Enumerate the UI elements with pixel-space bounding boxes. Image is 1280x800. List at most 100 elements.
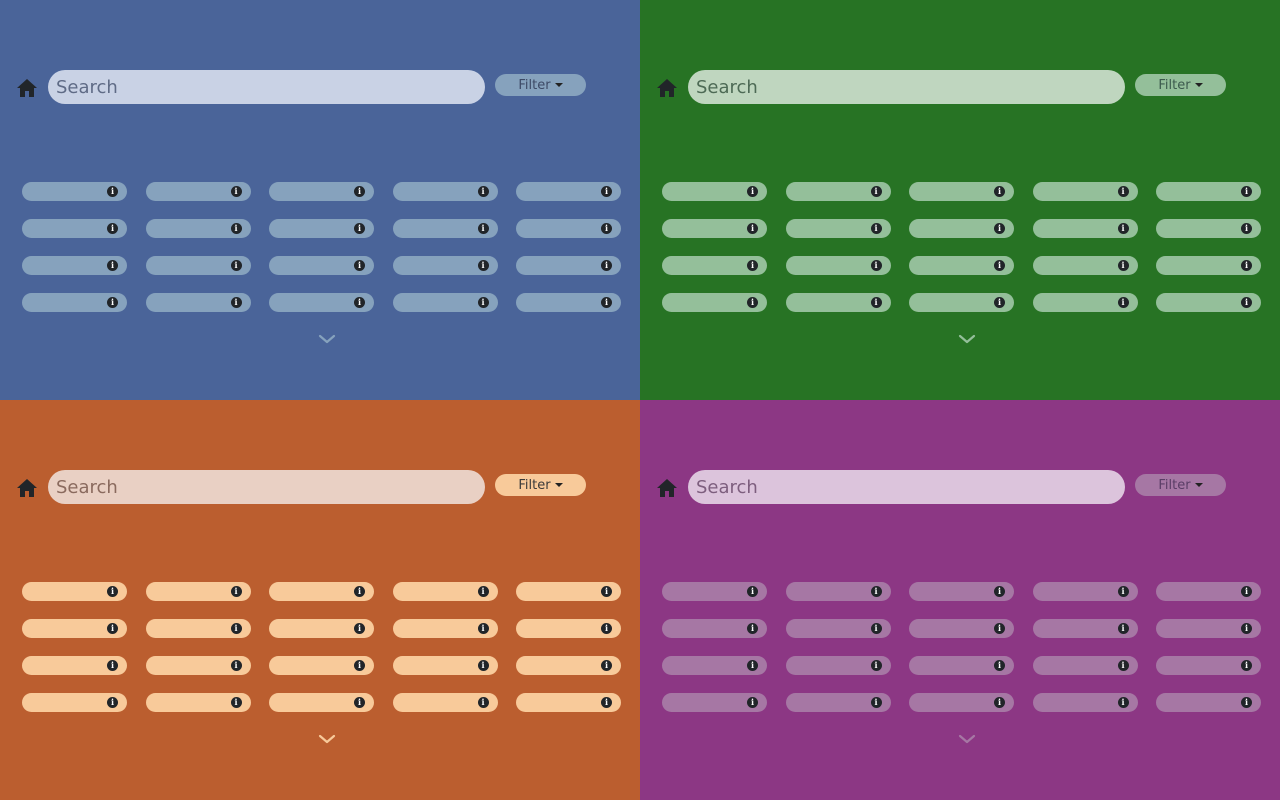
grid-item[interactable]: i (22, 293, 127, 312)
grid-item[interactable]: i (662, 256, 767, 275)
grid-item[interactable]: i (145, 619, 251, 638)
info-icon[interactable]: i (870, 260, 882, 271)
grid-item[interactable]: i (1156, 293, 1261, 312)
filter-button[interactable]: Filter (495, 74, 586, 96)
grid-item[interactable]: i (269, 619, 374, 638)
grid-item[interactable]: i (516, 182, 621, 201)
info-icon[interactable]: i (477, 586, 489, 597)
grid-item[interactable]: i (1156, 182, 1261, 201)
info-icon[interactable]: i (601, 623, 612, 634)
grid-item[interactable]: i (145, 293, 251, 312)
info-icon[interactable]: i (354, 660, 365, 671)
info-icon[interactable]: i (1241, 260, 1252, 271)
info-icon[interactable]: i (354, 260, 365, 271)
info-icon[interactable]: i (994, 660, 1005, 671)
info-icon[interactable]: i (870, 186, 882, 197)
info-icon[interactable]: i (1241, 223, 1252, 234)
grid-item[interactable]: i (392, 219, 498, 238)
grid-item[interactable]: i (22, 619, 127, 638)
grid-item[interactable]: i (22, 182, 127, 201)
filter-button[interactable]: Filter (1135, 74, 1226, 96)
grid-item[interactable]: i (662, 293, 767, 312)
info-icon[interactable]: i (354, 186, 365, 197)
info-icon[interactable]: i (601, 223, 612, 234)
search-input[interactable] (48, 70, 485, 104)
grid-item[interactable]: i (662, 619, 767, 638)
grid-item[interactable]: i (145, 582, 251, 601)
grid-item[interactable]: i (392, 293, 498, 312)
grid-item[interactable]: i (909, 619, 1014, 638)
info-icon[interactable]: i (747, 623, 758, 634)
info-icon[interactable]: i (747, 586, 758, 597)
info-icon[interactable]: i (994, 186, 1005, 197)
info-icon[interactable]: i (107, 186, 118, 197)
info-icon[interactable]: i (230, 186, 242, 197)
grid-item[interactable]: i (1156, 582, 1261, 601)
info-icon[interactable]: i (107, 586, 118, 597)
info-icon[interactable]: i (107, 297, 118, 308)
grid-item[interactable]: i (662, 656, 767, 675)
grid-item[interactable]: i (269, 582, 374, 601)
info-icon[interactable]: i (601, 697, 612, 708)
grid-item[interactable]: i (1156, 656, 1261, 675)
info-icon[interactable]: i (1241, 697, 1252, 708)
home-button[interactable] (655, 476, 679, 500)
grid-item[interactable]: i (145, 693, 251, 712)
grid-item[interactable]: i (1032, 619, 1138, 638)
info-icon[interactable]: i (354, 223, 365, 234)
info-icon[interactable]: i (1241, 660, 1252, 671)
grid-item[interactable]: i (1032, 693, 1138, 712)
grid-item[interactable]: i (662, 693, 767, 712)
info-icon[interactable]: i (230, 586, 242, 597)
grid-item[interactable]: i (909, 219, 1014, 238)
grid-item[interactable]: i (909, 582, 1014, 601)
info-icon[interactable]: i (1241, 297, 1252, 308)
search-input[interactable] (688, 70, 1125, 104)
info-icon[interactable]: i (747, 697, 758, 708)
info-icon[interactable]: i (994, 623, 1005, 634)
grid-item[interactable]: i (145, 256, 251, 275)
show-more-button[interactable] (958, 732, 976, 746)
info-icon[interactable]: i (354, 297, 365, 308)
info-icon[interactable]: i (1241, 586, 1252, 597)
grid-item[interactable]: i (145, 219, 251, 238)
grid-item[interactable]: i (22, 582, 127, 601)
info-icon[interactable]: i (230, 660, 242, 671)
grid-item[interactable]: i (392, 693, 498, 712)
grid-item[interactable]: i (392, 656, 498, 675)
grid-item[interactable]: i (662, 182, 767, 201)
info-icon[interactable]: i (870, 660, 882, 671)
info-icon[interactable]: i (477, 223, 489, 234)
grid-item[interactable]: i (516, 693, 621, 712)
info-icon[interactable]: i (601, 660, 612, 671)
grid-item[interactable]: i (662, 582, 767, 601)
info-icon[interactable]: i (870, 586, 882, 597)
info-icon[interactable]: i (870, 297, 882, 308)
info-icon[interactable]: i (477, 297, 489, 308)
grid-item[interactable]: i (516, 293, 621, 312)
info-icon[interactable]: i (107, 660, 118, 671)
grid-item[interactable]: i (269, 293, 374, 312)
info-icon[interactable]: i (1117, 260, 1129, 271)
grid-item[interactable]: i (785, 182, 891, 201)
info-icon[interactable]: i (994, 297, 1005, 308)
info-icon[interactable]: i (1117, 186, 1129, 197)
grid-item[interactable]: i (392, 182, 498, 201)
grid-item[interactable]: i (785, 656, 891, 675)
show-more-button[interactable] (318, 732, 336, 746)
info-icon[interactable]: i (477, 260, 489, 271)
grid-item[interactable]: i (1032, 582, 1138, 601)
grid-item[interactable]: i (1032, 656, 1138, 675)
grid-item[interactable]: i (785, 293, 891, 312)
grid-item[interactable]: i (785, 256, 891, 275)
grid-item[interactable]: i (269, 219, 374, 238)
info-icon[interactable]: i (477, 186, 489, 197)
grid-item[interactable]: i (392, 582, 498, 601)
info-icon[interactable]: i (230, 260, 242, 271)
info-icon[interactable]: i (601, 586, 612, 597)
grid-item[interactable]: i (269, 182, 374, 201)
info-icon[interactable]: i (870, 697, 882, 708)
info-icon[interactable]: i (1117, 297, 1129, 308)
info-icon[interactable]: i (870, 623, 882, 634)
info-icon[interactable]: i (230, 297, 242, 308)
